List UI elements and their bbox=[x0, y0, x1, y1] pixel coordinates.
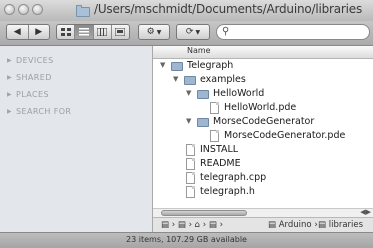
file-list: Name ▼ Telegraph ▼ examples ▼ HelloWorld… bbox=[153, 46, 373, 232]
scrollbar-thumb[interactable] bbox=[161, 210, 247, 216]
cpp-file-icon bbox=[186, 172, 195, 184]
close-button[interactable] bbox=[4, 4, 15, 15]
status-bar: 23 items, 107.29 GB available bbox=[0, 232, 373, 248]
window-title: /Users/mschmidt/Documents/Arduino/librar… bbox=[94, 2, 363, 16]
share-icon: ⟳ bbox=[185, 27, 194, 37]
document-icon bbox=[186, 144, 195, 156]
chevron-down-icon: ▼ bbox=[156, 28, 162, 36]
forward-icon: ▶ bbox=[35, 27, 43, 37]
list-item[interactable]: telegraph.h bbox=[153, 186, 373, 199]
disclosure-open-icon[interactable]: ▼ bbox=[173, 75, 178, 83]
list-item[interactable]: ▼ MorseCodeGenerator bbox=[153, 116, 373, 129]
folder-icon bbox=[171, 62, 183, 71]
icon-view-button[interactable] bbox=[57, 25, 76, 39]
list-item[interactable]: telegraph.cpp bbox=[153, 172, 373, 185]
list-item[interactable]: ▼ Telegraph bbox=[153, 60, 373, 73]
path-item-libraries[interactable]: ▤ libraries bbox=[318, 220, 363, 230]
disclosure-open-icon[interactable]: ▼ bbox=[160, 61, 165, 69]
view-switcher bbox=[56, 24, 130, 40]
list-item[interactable]: INSTALL bbox=[153, 144, 373, 157]
sidebar-section-shared[interactable]: ▶ SHARED bbox=[7, 73, 52, 82]
disclosure-triangle-icon: ▶ bbox=[7, 108, 13, 115]
document-icon bbox=[210, 102, 219, 114]
list-item[interactable]: MorseCodeGenerator.pde bbox=[153, 130, 373, 143]
minimize-button[interactable] bbox=[18, 4, 29, 15]
status-text: 23 items, 107.29 GB available bbox=[126, 235, 247, 244]
name-column-header[interactable]: Name bbox=[153, 46, 373, 59]
sidebar-section-search-for[interactable]: ▶ SEARCH FOR bbox=[7, 107, 71, 116]
path-bar: ▤ › ▤ › ⌂ › ▤ › ▤ Arduino › ▤ libraries bbox=[153, 217, 373, 233]
list-view-button[interactable] bbox=[75, 25, 94, 39]
list-item[interactable]: README bbox=[153, 158, 373, 171]
list-item[interactable]: ▼ HelloWorld bbox=[153, 88, 373, 101]
folder-icon bbox=[76, 5, 90, 17]
column-view-button[interactable] bbox=[94, 25, 112, 39]
disclosure-triangle-icon: ▶ bbox=[7, 57, 13, 64]
folder-icon bbox=[184, 76, 196, 85]
path-ellipsis-icon[interactable]: ▤ › ▤ › ⌂ › ▤ › bbox=[161, 220, 223, 230]
disclosure-triangle-icon: ▶ bbox=[7, 74, 13, 81]
search-icon: ⚲ bbox=[222, 26, 230, 37]
sidebar: ▶ DEVICES ▶ SHARED ▶ PLACES ▶ SEARCH FOR bbox=[0, 46, 153, 232]
list-item[interactable]: HelloWorld.pde bbox=[153, 102, 373, 115]
document-icon bbox=[210, 130, 219, 142]
toolbar: ◀ ▶ ⚙ ▼ ⟳ ▼ ⚲ bbox=[0, 21, 373, 46]
list-item[interactable]: ▼ examples bbox=[153, 74, 373, 87]
coverflow-view-button[interactable] bbox=[112, 25, 129, 39]
folder-icon bbox=[197, 118, 209, 127]
disclosure-open-icon[interactable]: ▼ bbox=[186, 89, 191, 97]
back-button[interactable]: ◀ bbox=[7, 25, 29, 39]
finder-window: /Users/mschmidt/Documents/Arduino/librar… bbox=[0, 0, 373, 248]
header-file-icon bbox=[186, 186, 195, 198]
title-bar: /Users/mschmidt/Documents/Arduino/librar… bbox=[0, 0, 373, 21]
path-item-arduino[interactable]: ▤ Arduino › bbox=[268, 220, 318, 230]
document-icon bbox=[186, 158, 195, 170]
icon-view-icon bbox=[60, 28, 71, 36]
back-forward-control: ◀ ▶ bbox=[6, 24, 50, 40]
search-field[interactable]: ⚲ bbox=[216, 24, 370, 40]
forward-button[interactable]: ▶ bbox=[29, 25, 50, 39]
disclosure-open-icon[interactable]: ▼ bbox=[186, 117, 191, 125]
zoom-button[interactable] bbox=[32, 4, 43, 15]
folder-icon bbox=[197, 90, 209, 99]
share-menu-button[interactable]: ⟳ ▼ bbox=[176, 24, 210, 40]
chevron-down-icon: ▼ bbox=[195, 28, 201, 36]
sidebar-section-devices[interactable]: ▶ DEVICES bbox=[7, 56, 54, 65]
scroll-arrows-icon[interactable]: ◀▶ bbox=[360, 208, 371, 216]
gear-icon: ⚙ bbox=[146, 27, 155, 37]
column-view-icon bbox=[97, 28, 108, 36]
coverflow-view-icon bbox=[115, 28, 126, 36]
list-view-icon bbox=[78, 28, 89, 36]
back-icon: ◀ bbox=[13, 27, 21, 37]
action-menu-button[interactable]: ⚙ ▼ bbox=[138, 24, 170, 40]
sidebar-section-places[interactable]: ▶ PLACES bbox=[7, 90, 49, 99]
disclosure-triangle-icon: ▶ bbox=[7, 91, 13, 98]
